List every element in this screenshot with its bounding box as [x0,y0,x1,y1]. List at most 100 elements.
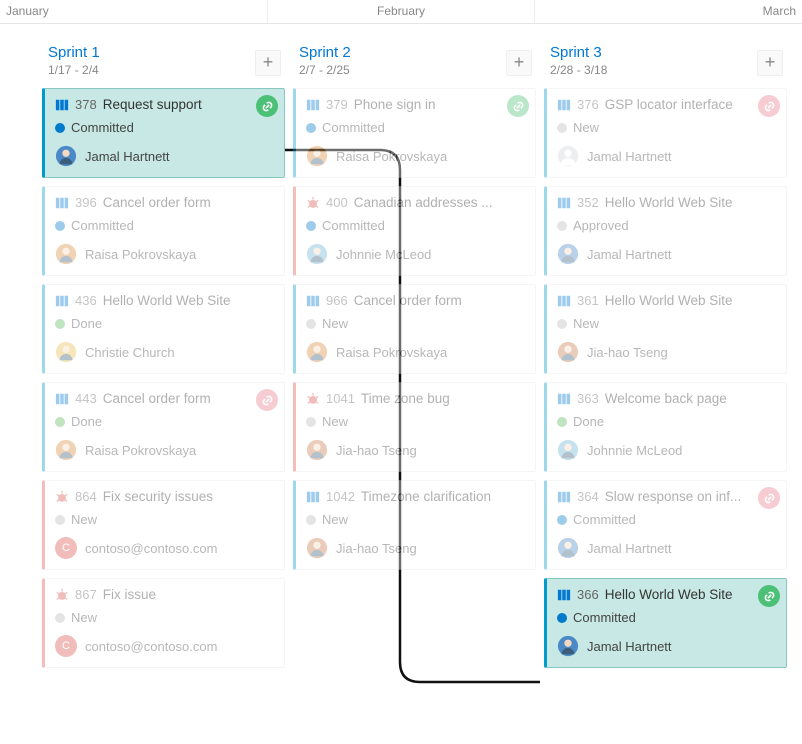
assignee-name: Raisa Pokrovskaya [336,345,447,360]
work-item-title: GSP locator interface [605,97,733,112]
backlog-item-icon [55,196,69,210]
card-state-row: Committed [557,610,776,625]
add-card-button[interactable]: + [757,50,783,76]
work-item-id: 1041 [326,391,355,406]
work-item-card[interactable]: 364 Slow response on inf... Committed Ja… [544,480,787,570]
state-label: New [573,316,599,331]
card-assignee-row[interactable]: Raisa Pokrovskaya [55,243,274,265]
assignee-name: Jamal Hartnett [85,149,170,164]
card-title-row: 361 Hello World Web Site [557,293,776,308]
card-assignee-row[interactable]: Christie Church [55,341,274,363]
work-item-title: Canadian addresses ... [354,195,493,210]
work-item-card[interactable]: 867 Fix issue New C contoso@contoso.com [42,578,285,668]
work-item-card[interactable]: 436 Hello World Web Site Done Christie C… [42,284,285,374]
card-assignee-row[interactable]: Jamal Hartnett [557,537,776,559]
card-title-row: 400 Canadian addresses ... [306,195,525,210]
work-item-id: 443 [75,391,97,406]
backlog-item-icon [306,294,320,308]
link-badge-icon[interactable] [507,95,529,117]
card-assignee-row[interactable]: Johnnie McLeod [306,243,525,265]
bug-icon [55,490,69,504]
card-assignee-row[interactable]: Jamal Hartnett [557,243,776,265]
state-label: New [71,610,97,625]
work-item-title: Welcome back page [605,391,727,406]
card-assignee-row[interactable]: C contoso@contoso.com [55,635,274,657]
work-item-card[interactable]: 1042 Timezone clarification New Jia-hao … [293,480,536,570]
state-dot-icon [306,123,316,133]
work-item-card[interactable]: 966 Cancel order form New Raisa Pokrovsk… [293,284,536,374]
state-label: New [322,512,348,527]
backlog-item-icon [55,392,69,406]
card-assignee-row[interactable]: Jia-hao Tseng [306,439,525,461]
assignee-name: Christie Church [85,345,175,360]
avatar [557,537,579,559]
work-item-id: 400 [326,195,348,210]
card-state-row: Committed [55,218,274,233]
work-item-card[interactable]: 361 Hello World Web Site New Jia-hao Tse… [544,284,787,374]
card-state-row: New [557,316,776,331]
work-item-card[interactable]: 352 Hello World Web Site Approved Jamal … [544,186,787,276]
sprint-title[interactable]: Sprint 1 [48,44,279,61]
state-dot-icon [306,221,316,231]
state-label: Committed [573,512,636,527]
card-assignee-row[interactable]: Jia-hao Tseng [557,341,776,363]
card-assignee-row[interactable]: Jamal Hartnett [557,635,776,657]
work-item-card[interactable]: 443 Cancel order form Done Raisa Pokrovs… [42,382,285,472]
bug-icon [306,196,320,210]
sprint-title[interactable]: Sprint 3 [550,44,781,61]
work-item-card[interactable]: 396 Cancel order form Committed Raisa Po… [42,186,285,276]
link-badge-icon[interactable] [256,95,278,117]
avatar [306,537,328,559]
assignee-name: Raisa Pokrovskaya [85,443,196,458]
work-item-card[interactable]: 366 Hello World Web Site Committed Jamal… [544,578,787,668]
work-item-id: 1042 [326,489,355,504]
link-badge-icon[interactable] [758,95,780,117]
assignee-name: contoso@contoso.com [85,639,217,654]
card-state-row: New [55,512,274,527]
card-assignee-row[interactable]: Jamal Hartnett [557,145,776,167]
sprint-dates: 1/17 - 2/4 [48,63,279,77]
state-label: Done [71,316,102,331]
assignee-name: Jamal Hartnett [587,541,672,556]
state-dot-icon [557,417,567,427]
work-item-card[interactable]: 1041 Time zone bug New Jia-hao Tseng [293,382,536,472]
work-item-title: Hello World Web Site [103,293,231,308]
card-assignee-row[interactable]: C contoso@contoso.com [55,537,274,559]
work-item-id: 361 [577,293,599,308]
link-badge-icon[interactable] [256,389,278,411]
card-state-row: Done [55,414,274,429]
work-item-card[interactable]: 378 Request support Committed Jamal Hart… [42,88,285,178]
work-item-card[interactable]: 400 Canadian addresses ... Committed Joh… [293,186,536,276]
state-label: New [322,414,348,429]
card-title-row: 966 Cancel order form [306,293,525,308]
work-item-id: 352 [577,195,599,210]
sprint-title[interactable]: Sprint 2 [299,44,530,61]
link-badge-icon[interactable] [758,487,780,509]
work-item-title: Cancel order form [103,391,211,406]
bug-icon [306,392,320,406]
state-label: Approved [573,218,629,233]
card-assignee-row[interactable]: Johnnie McLeod [557,439,776,461]
card-title-row: 436 Hello World Web Site [55,293,274,308]
work-item-card[interactable]: 363 Welcome back page Done Johnnie McLeo… [544,382,787,472]
work-item-card[interactable]: 379 Phone sign in Committed Raisa Pokrov… [293,88,536,178]
card-assignee-row[interactable]: Raisa Pokrovskaya [55,439,274,461]
card-assignee-row[interactable]: Raisa Pokrovskaya [306,341,525,363]
backlog-item-icon [557,196,571,210]
card-assignee-row[interactable]: Jamal Hartnett [55,145,274,167]
state-dot-icon [557,319,567,329]
avatar [55,145,77,167]
work-item-card[interactable]: 864 Fix security issues New C contoso@co… [42,480,285,570]
bug-icon [55,588,69,602]
link-badge-icon[interactable] [758,585,780,607]
add-card-button[interactable]: + [255,50,281,76]
work-item-id: 436 [75,293,97,308]
card-title-row: 376 GSP locator interface [557,97,776,112]
state-label: New [573,120,599,135]
card-assignee-row[interactable]: Raisa Pokrovskaya [306,145,525,167]
avatar [306,243,328,265]
work-item-card[interactable]: 376 GSP locator interface New Jamal Hart… [544,88,787,178]
add-card-button[interactable]: + [506,50,532,76]
work-item-id: 376 [577,97,599,112]
card-assignee-row[interactable]: Jia-hao Tseng [306,537,525,559]
